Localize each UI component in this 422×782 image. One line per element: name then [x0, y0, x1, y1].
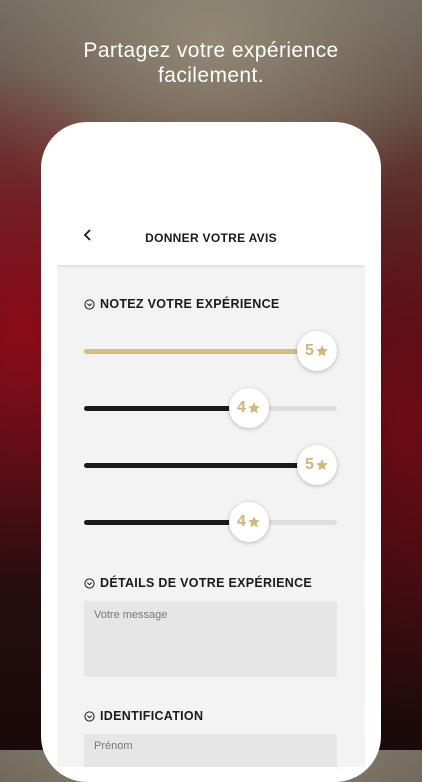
promo-headline: Partagez votre expérience facilement.: [0, 38, 422, 88]
chevron-down-circle-icon: [84, 710, 95, 722]
rating-fill: [84, 406, 249, 411]
rating-value: 5: [305, 342, 314, 359]
app-bar: DONNER VOTRE AVIS: [57, 207, 365, 265]
rating-slider[interactable]: 4: [84, 502, 337, 542]
star-icon: [248, 516, 260, 528]
rating-slider[interactable]: 5: [84, 331, 337, 371]
rating-slider[interactable]: 4: [84, 388, 337, 428]
message-placeholder: Votre message: [94, 609, 168, 621]
rating-track[interactable]: [84, 520, 337, 525]
rating-knob[interactable]: 5: [297, 445, 337, 485]
firstname-placeholder: Prénom: [94, 740, 133, 752]
section-rate-title: NOTEZ VOTRE EXPÉRIENCE: [100, 297, 280, 311]
star-icon: [316, 345, 328, 357]
rating-knob[interactable]: 5: [297, 331, 337, 371]
headline-line-2: facilement.: [158, 64, 264, 87]
section-rate-header[interactable]: NOTEZ VOTRE EXPÉRIENCE: [84, 296, 280, 312]
app-screen: DONNER VOTRE AVIS NOTEZ VOTRE EXPÉRIENCE…: [57, 207, 365, 767]
star-icon: [248, 402, 260, 414]
page-title: DONNER VOTRE AVIS: [145, 231, 277, 245]
rating-value: 4: [237, 513, 246, 530]
chevron-down-circle-icon: [84, 298, 95, 310]
star-icon: [316, 459, 328, 471]
rating-slider[interactable]: 5: [84, 445, 337, 485]
firstname-field[interactable]: Prénom: [84, 734, 337, 767]
message-field[interactable]: Votre message: [84, 601, 337, 677]
section-details-title: DÉTAILS DE VOTRE EXPÉRIENCE: [100, 576, 313, 590]
section-details-header[interactable]: DÉTAILS DE VOTRE EXPÉRIENCE: [84, 575, 312, 591]
chevron-down-circle-icon: [84, 577, 95, 589]
rating-knob[interactable]: 4: [229, 388, 269, 428]
rating-fill: [84, 463, 317, 468]
rating-fill: [84, 349, 317, 354]
rating-value: 4: [237, 399, 246, 416]
section-identification-title: IDENTIFICATION: [100, 709, 204, 723]
headline-line-1: Partagez votre expérience: [83, 39, 339, 62]
section-identification-header[interactable]: IDENTIFICATION: [84, 708, 203, 724]
rating-track[interactable]: [84, 406, 337, 411]
rating-fill: [84, 520, 249, 525]
rating-value: 5: [305, 456, 314, 473]
rating-knob[interactable]: 4: [229, 502, 269, 542]
